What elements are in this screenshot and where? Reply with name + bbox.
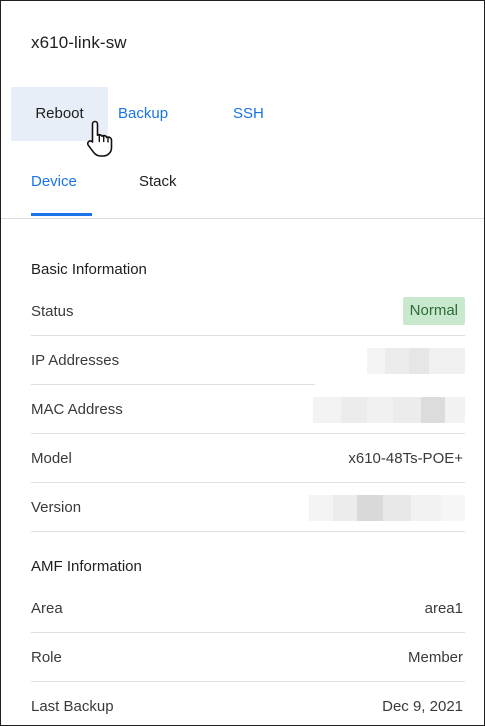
info-row-model: Model x610-48Ts-POE+	[31, 434, 465, 483]
version-label: Version	[31, 499, 82, 516]
role-label: Role	[31, 649, 62, 666]
role-value: Member	[407, 649, 463, 666]
tab-device[interactable]: Device	[31, 173, 77, 190]
ssh-button[interactable]: SSH	[233, 87, 264, 141]
info-row-status: Status Normal	[31, 287, 465, 336]
last-backup-label: Last Backup	[31, 698, 114, 715]
device-panel: x610-link-sw Reboot Backup SSH Device St…	[0, 0, 485, 726]
version-redacted	[309, 495, 465, 521]
tab-bar: Device Stack	[1, 161, 484, 219]
active-tab-indicator	[31, 213, 92, 216]
info-row-mac-address: MAC Address	[31, 385, 465, 434]
hand-pointer-icon	[86, 120, 113, 157]
model-value: x610-48Ts-POE+	[348, 450, 463, 467]
info-row-ip-addresses: IP Addresses	[31, 336, 465, 385]
mac-address-label: MAC Address	[31, 401, 123, 418]
model-label: Model	[31, 450, 72, 467]
tab-stack[interactable]: Stack	[139, 173, 177, 190]
ip-addresses-redacted	[367, 348, 465, 374]
basic-information-heading: Basic Information	[31, 261, 147, 278]
info-row-area: Area area1	[31, 584, 465, 633]
status-label: Status	[31, 303, 74, 320]
amf-information-heading: AMF Information	[31, 558, 142, 575]
device-title: x610-link-sw	[31, 33, 127, 52]
info-row-role: Role Member	[31, 633, 465, 682]
info-row-version: Version	[31, 483, 465, 532]
area-label: Area	[31, 600, 63, 617]
status-badge: Normal	[402, 297, 465, 325]
info-row-last-backup: Last Backup Dec 9, 2021	[31, 682, 465, 725]
last-backup-value: Dec 9, 2021	[382, 698, 463, 715]
mac-address-redacted	[313, 397, 465, 423]
ip-addresses-label: IP Addresses	[31, 352, 120, 369]
area-value: area1	[424, 600, 463, 617]
backup-button[interactable]: Backup	[118, 87, 168, 141]
